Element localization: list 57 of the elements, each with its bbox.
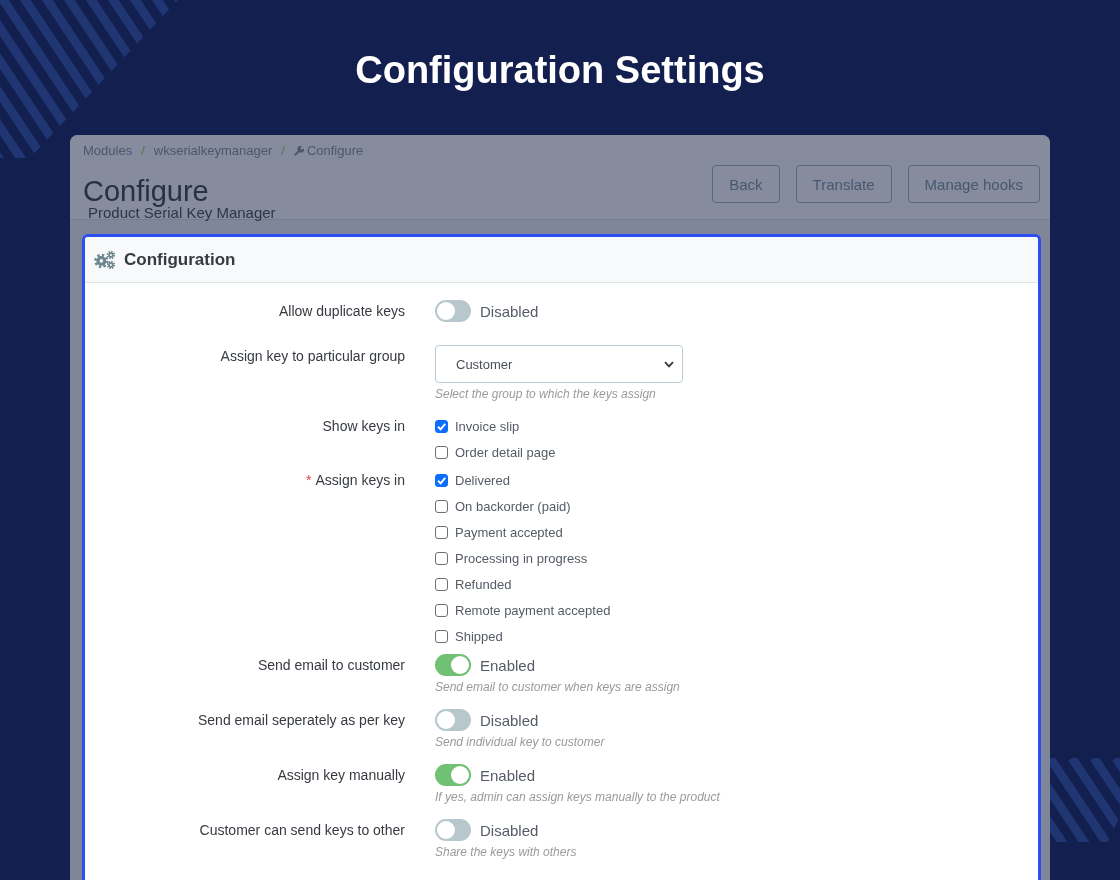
toggle-switch[interactable] [435,819,471,841]
back-button[interactable]: Back [712,165,780,203]
breadcrumb-separator: / [281,143,285,158]
checkbox[interactable] [435,577,448,591]
dropdown[interactable]: Customer [435,345,683,383]
page-heading: Configure [83,177,210,205]
breadcrumb-separator: / [141,143,145,158]
help-text: Send email to customer when keys are assign [435,680,680,695]
help-text: Share the keys with others [435,845,577,860]
toggle-switch[interactable] [435,300,471,322]
checkbox[interactable] [435,419,448,433]
required-mark: * [306,471,312,490]
option-label: Order detail page [455,444,556,460]
field-label: Assign key manually [277,766,405,785]
option-label: Delivered [455,472,510,488]
translate-button[interactable]: Translate [795,165,892,203]
breadcrumb-current: Configure [306,143,364,158]
field-label: Assign key to particular group [220,347,405,366]
option-label: Remote payment accepted [455,602,611,618]
help-text: Send individual key to customer [435,735,605,750]
option-label: Processing in progress [455,550,588,566]
field-label: Customer can send keys to other [199,821,405,840]
option-label: Shipped [455,628,503,644]
field-label: Send email seperately as per key [198,711,405,730]
checkbox[interactable] [435,551,448,565]
checkbox[interactable] [435,445,448,459]
manage-hooks-button[interactable]: Manage hooks [907,165,1040,203]
option-label: On backorder (paid) [455,498,571,514]
checkbox[interactable] [435,499,448,513]
help-text: If yes, admin can assign keys manually to the product [435,790,720,805]
toggle-switch[interactable] [435,764,471,786]
panel-title: Configuration [124,249,236,270]
checkbox[interactable] [435,629,448,643]
breadcrumb-link[interactable]: Modules [83,143,133,158]
toggle-status: Disabled [480,821,539,839]
breadcrumb-link[interactable]: wkserialkeymanager [153,143,273,158]
toggle-switch[interactable] [435,654,471,676]
toggle-switch[interactable] [435,709,471,731]
toggle-status: Enabled [480,766,536,784]
field-label: Assign keys in [315,471,405,490]
wrench-icon [293,145,304,156]
field-label: Send email to customer [257,656,405,675]
field-label: Show keys in [322,417,405,436]
option-label: Payment accepted [455,524,563,540]
gears-icon [94,249,116,270]
checkbox[interactable] [435,525,448,539]
option-label: Invoice slip [455,418,520,434]
option-label: Refunded [455,576,512,592]
checkbox[interactable] [435,603,448,617]
toggle-status: Disabled [480,711,539,729]
checkbox[interactable] [435,473,448,487]
chevron-down-icon [664,360,674,368]
page-title: Configuration Settings [355,48,765,93]
toggle-status: Disabled [480,302,539,320]
toggle-status: Enabled [480,656,536,674]
field-label: Allow duplicate keys [278,302,405,321]
help-text: Select the group to which the keys assign [435,387,656,402]
